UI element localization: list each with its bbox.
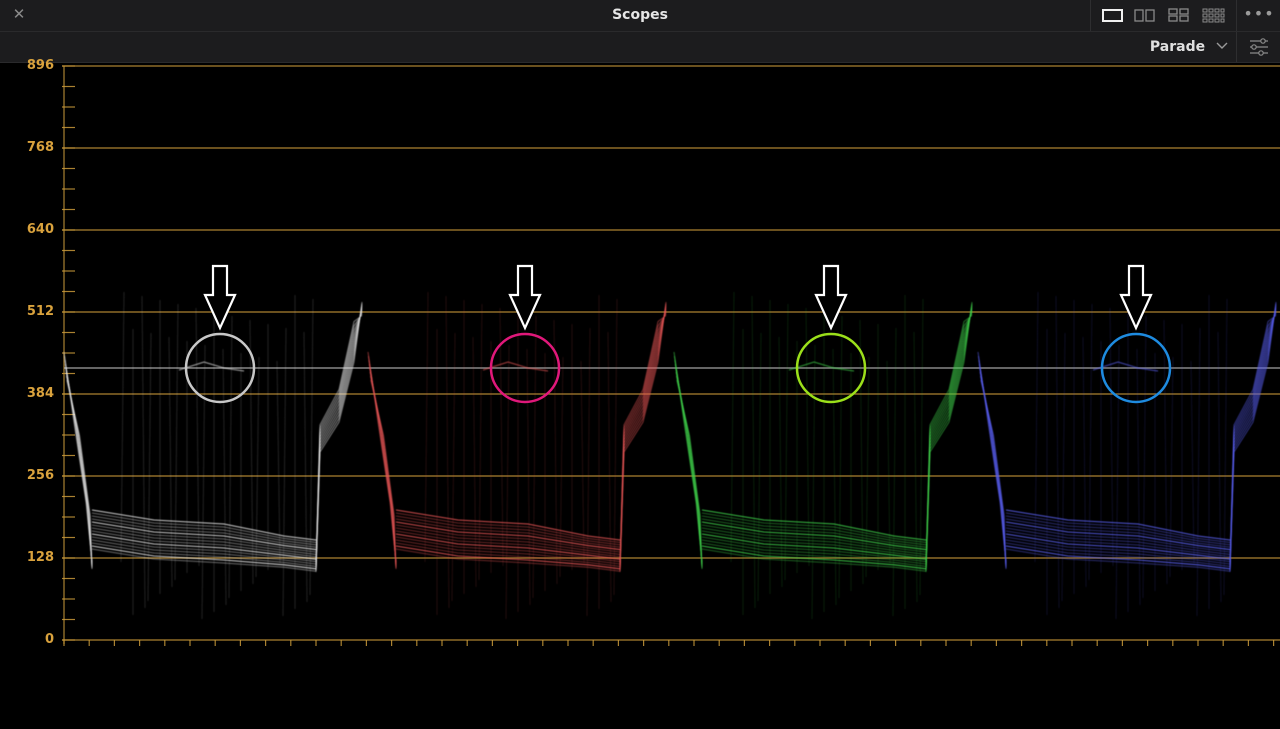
trace-line: [675, 367, 703, 567]
trace-noise: [168, 336, 173, 588]
trace-line: [979, 371, 1007, 568]
trace-noise: [613, 298, 618, 596]
trace-line: [66, 379, 93, 570]
trace-noise: [478, 303, 483, 581]
more-options-icon[interactable]: •••: [1236, 0, 1280, 31]
scope-mode-label: Parade: [1149, 39, 1206, 55]
trace-noise: [580, 360, 585, 564]
trace-line: [369, 371, 397, 568]
trace-noise: [892, 327, 897, 617]
trace-noise: [811, 344, 816, 620]
title-bar: ✕ Scopes •••: [0, 0, 1280, 32]
trace-line: [65, 375, 93, 569]
trace-line: [979, 375, 1007, 569]
trace-noise: [147, 332, 152, 602]
trace-line: [369, 367, 397, 567]
trace-line: [178, 361, 245, 372]
trace-noise: [505, 344, 510, 620]
trace-noise: [1082, 336, 1087, 588]
close-icon[interactable]: ✕: [10, 5, 28, 23]
trace-noise: [913, 331, 918, 603]
trace-noise: [859, 319, 864, 585]
trace-line: [370, 379, 397, 570]
grid-view-icon[interactable]: [1201, 6, 1225, 24]
trace-noise: [1217, 331, 1222, 603]
trace-noise: [201, 344, 206, 620]
trace-noise: [1055, 295, 1060, 609]
parade-scope: 896 768 640 512 384 256 128 0: [0, 58, 1280, 729]
trace-noise: [309, 298, 314, 596]
trace-noise: [1163, 319, 1168, 585]
trace-noise: [228, 315, 233, 599]
trace-noise: [832, 348, 837, 606]
trace-noise: [282, 327, 287, 617]
trace-line: [980, 379, 1007, 570]
single-view-icon[interactable]: [1101, 6, 1125, 24]
trace-line: [979, 367, 1007, 567]
down-arrow-icon: [814, 264, 848, 331]
trace-noise: [586, 327, 591, 617]
scope-mode-dropdown[interactable]: Parade: [1150, 32, 1228, 62]
trace-line: [675, 371, 703, 568]
trace-noise: [526, 348, 531, 606]
trace-noise: [757, 332, 762, 602]
channel-trace: [367, 291, 667, 620]
trace-line: [676, 379, 703, 570]
scope-canvas: [62, 65, 1280, 646]
channel-trace: [977, 291, 1277, 620]
trace-noise: [784, 303, 789, 581]
channel-trace: [673, 291, 973, 620]
trace-noise: [919, 298, 924, 596]
down-arrow-icon: [203, 264, 237, 331]
trace-noise: [445, 295, 450, 609]
trace-line: [395, 509, 621, 541]
trace-noise: [886, 360, 891, 564]
trace-noise: [1088, 303, 1093, 581]
trace-noise: [141, 295, 146, 609]
trace-noise: [472, 336, 477, 588]
channel-trace: [63, 291, 363, 620]
trace-noise: [174, 303, 179, 581]
trace-noise: [222, 348, 227, 606]
trace-noise: [1196, 327, 1201, 617]
trace-noise: [1190, 360, 1195, 564]
waveform-traces: [63, 291, 1277, 620]
trace-noise: [451, 332, 456, 602]
down-arrow-icon: [508, 264, 542, 331]
trace-noise: [1061, 332, 1066, 602]
trace-noise: [751, 295, 756, 609]
dual-view-icon[interactable]: [1133, 6, 1157, 24]
trace-line: [91, 509, 317, 541]
trace-noise: [838, 315, 843, 599]
trace-line: [65, 367, 93, 567]
trace-noise: [1142, 315, 1147, 599]
trace-noise: [532, 315, 537, 599]
window-title: Scopes: [612, 7, 668, 23]
chevron-down-icon: [1216, 32, 1228, 62]
scope-toolbar: Parade: [0, 32, 1280, 63]
quad-view-icon[interactable]: [1167, 6, 1191, 24]
layout-switcher: [1090, 0, 1236, 31]
trace-noise: [195, 307, 200, 567]
trace-noise: [1115, 344, 1120, 620]
trace-noise: [1223, 298, 1228, 596]
trace-line: [701, 509, 927, 541]
down-arrow-icon: [1119, 264, 1153, 331]
trace-line: [1005, 509, 1231, 541]
trace-noise: [778, 336, 783, 588]
trace-noise: [805, 307, 810, 567]
trace-noise: [276, 360, 281, 564]
trace-noise: [499, 307, 504, 567]
trace-line: [675, 375, 703, 569]
trace-line: [369, 375, 397, 569]
trace-line: [482, 361, 549, 372]
trace-noise: [1136, 348, 1141, 606]
trace-noise: [607, 331, 612, 603]
trace-noise: [553, 319, 558, 585]
trace-line: [788, 361, 855, 372]
sliders-icon[interactable]: [1236, 32, 1280, 62]
trace-noise: [303, 331, 308, 603]
